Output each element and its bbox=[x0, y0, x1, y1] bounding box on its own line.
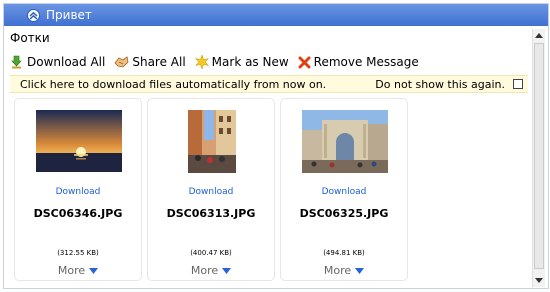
scroll-down-icon[interactable] bbox=[534, 275, 544, 285]
dismiss-option: Do not show this again. bbox=[375, 78, 523, 91]
more-label: More bbox=[323, 264, 352, 277]
attachment-toolbar: Download All Share All Mark as New Remov… bbox=[10, 52, 428, 72]
download-link[interactable]: Download bbox=[148, 187, 274, 197]
file-name: DSC06313.JPG bbox=[166, 207, 256, 220]
download-icon bbox=[11, 55, 22, 69]
auto-download-notice: Click here to download files automatical… bbox=[10, 75, 528, 93]
chevron-down-icon bbox=[222, 268, 232, 274]
scrollbar-thumb[interactable] bbox=[534, 43, 544, 269]
chevron-down-icon bbox=[89, 268, 99, 274]
file-size: (494.81 KB) bbox=[323, 249, 365, 257]
remove-message-label: Remove Message bbox=[313, 55, 419, 69]
file-size: (312.55 KB) bbox=[57, 249, 99, 257]
share-all-button[interactable]: Share All bbox=[114, 55, 186, 69]
starburst-icon bbox=[194, 55, 209, 69]
photo-thumbnail[interactable] bbox=[36, 110, 122, 172]
more-button[interactable]: More bbox=[15, 264, 141, 277]
more-button[interactable]: More bbox=[148, 264, 274, 277]
file-name: DSC06325.JPG bbox=[299, 207, 389, 220]
collapse-icon[interactable] bbox=[27, 8, 40, 22]
message-pane: Привет Фотки Download All Share All Mark… bbox=[3, 3, 549, 289]
mark-as-new-button[interactable]: Mark as New bbox=[194, 55, 289, 69]
dismiss-label: Do not show this again. bbox=[375, 77, 505, 91]
more-button[interactable]: More bbox=[281, 264, 407, 277]
download-link[interactable]: Download bbox=[15, 187, 141, 197]
auto-download-link[interactable]: Click here to download files automatical… bbox=[20, 78, 326, 91]
vertical-scrollbar[interactable] bbox=[532, 29, 545, 287]
download-link[interactable]: Download bbox=[281, 187, 407, 197]
dismiss-checkbox[interactable] bbox=[513, 79, 523, 89]
remove-message-button[interactable]: Remove Message bbox=[298, 55, 419, 69]
share-all-label: Share All bbox=[132, 55, 186, 69]
mark-as-new-label: Mark as New bbox=[211, 55, 289, 69]
scroll-up-icon[interactable] bbox=[534, 31, 544, 41]
attachment-card[interactable]: Download DSC06325.JPG (494.81 KB) More bbox=[280, 98, 408, 281]
share-icon bbox=[114, 56, 129, 68]
download-all-button[interactable]: Download All bbox=[10, 55, 105, 69]
file-size: (400.47 KB) bbox=[190, 249, 232, 257]
attachment-card[interactable]: Download DSC06346.JPG (312.55 KB) More bbox=[14, 98, 142, 281]
attachment-card[interactable]: Download DSC06313.JPG (400.47 KB) More bbox=[147, 98, 275, 281]
download-all-label: Download All bbox=[27, 55, 106, 69]
more-label: More bbox=[57, 264, 86, 277]
message-header[interactable]: Привет bbox=[4, 4, 548, 26]
remove-icon bbox=[298, 56, 311, 68]
photo-thumbnail[interactable] bbox=[302, 110, 388, 173]
message-subject: Фотки bbox=[10, 31, 50, 45]
chevron-down-icon bbox=[355, 268, 365, 274]
photo-thumbnail[interactable] bbox=[188, 110, 236, 173]
more-label: More bbox=[190, 264, 219, 277]
message-title: Привет bbox=[46, 8, 92, 22]
file-name: DSC06346.JPG bbox=[33, 207, 123, 220]
